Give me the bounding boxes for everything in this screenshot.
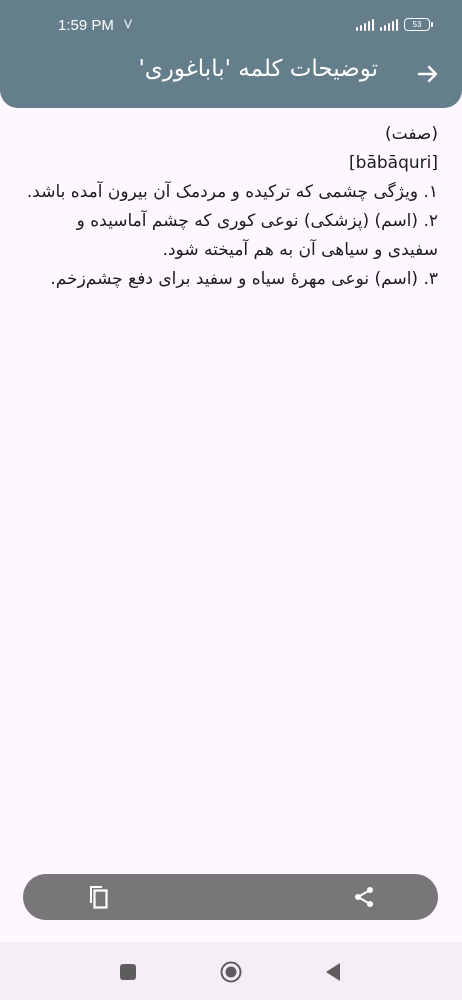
home-circle-icon[interactable] <box>220 961 242 983</box>
app-bar: 1:59 PM V 53 توضیحات کلمه 'باباغوری' <box>0 0 462 108</box>
battery-level: 53 <box>412 20 422 29</box>
page-title: توضیحات کلمه 'باباغوری' <box>138 56 378 82</box>
system-nav-bar <box>0 942 462 1000</box>
status-time: 1:59 PM <box>58 17 114 34</box>
copy-icon[interactable] <box>85 884 111 910</box>
signal-icon <box>380 18 398 31</box>
battery-icon: 53 <box>404 18 433 31</box>
status-icons: 53 <box>356 18 433 31</box>
definition-screen: 1:59 PM V 53 توضیحات کلمه 'باباغوری' (صف… <box>0 0 462 1000</box>
definition-content: (صفت) [bābāquri] ۱. ویژگی چشمی که ترکیده… <box>22 120 438 294</box>
part-of-speech: (صفت) <box>385 124 438 144</box>
action-bar <box>23 874 438 920</box>
sense-item: ۱. ویژگی چشمی که ترکیده و مردمک آن بیرون… <box>26 182 438 202</box>
status-indicator: V <box>124 17 133 31</box>
recents-square-icon[interactable] <box>120 964 136 980</box>
signal-icon <box>356 18 374 31</box>
back-triangle-icon[interactable] <box>324 962 342 982</box>
sense-item: ۲. (اسم) (پزشکی) نوعی کوری که چشم آماسید… <box>76 211 438 260</box>
sense-item: ۳. (اسم) نوعی مهرهٔ سیاه و سفید برای دفع… <box>50 269 438 289</box>
arrow-right-icon[interactable] <box>416 62 440 86</box>
pronunciation: [bābāquri] <box>349 153 438 173</box>
share-icon[interactable] <box>352 885 376 909</box>
